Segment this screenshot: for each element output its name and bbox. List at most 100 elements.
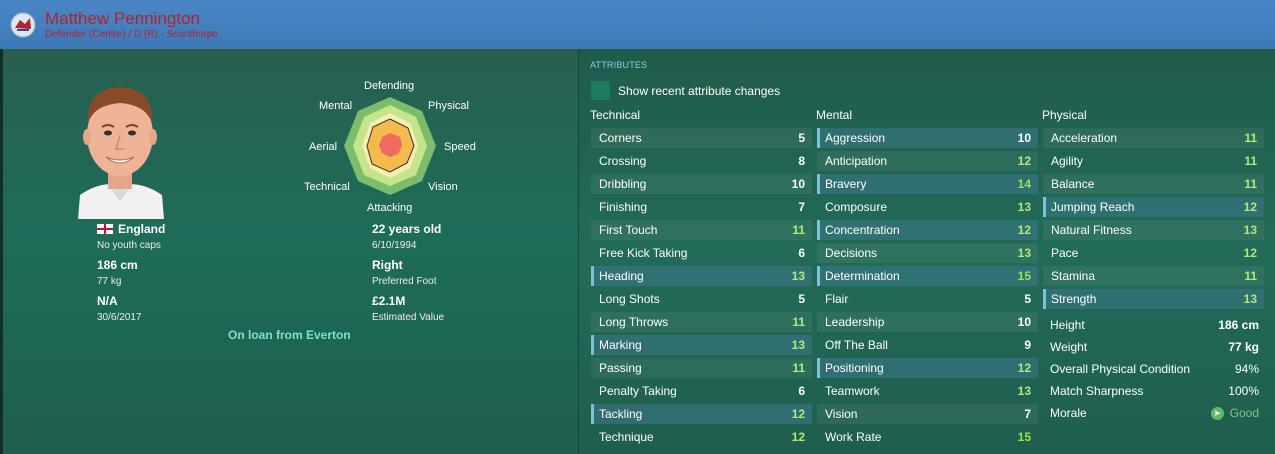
attr-row-work-rate[interactable]: Work Rate 15 [817,427,1038,447]
attr-row-bravery[interactable]: Bravery 14 [817,174,1038,194]
attr-row-natural-fitness[interactable]: Natural Fitness 13 [1043,220,1264,240]
show-changes-label[interactable]: Show recent attribute changes [618,84,780,98]
radar-label-mental: Mental [319,100,353,112]
attr-row-heading[interactable]: Heading 13 [591,266,812,286]
attr-row-long-shots[interactable]: Long Shots 5 [591,289,812,309]
attr-row-aggression[interactable]: Aggression 10 [817,128,1038,148]
attr-row-passing[interactable]: Passing 11 [591,358,812,378]
attr-row-penalty-taking[interactable]: Penalty Taking 6 [591,381,812,401]
stat-name: Match Sharpness [1050,384,1144,398]
radar-label-physical: Physical [428,100,469,112]
attr-row-dribbling[interactable]: Dribbling 10 [591,174,812,194]
attr-row-tackling[interactable]: Tackling 12 [591,404,812,424]
attr-row-balance[interactable]: Balance 11 [1043,174,1264,194]
attr-row-long-throws[interactable]: Long Throws 11 [591,312,812,332]
attr-value: 13 [1017,246,1031,260]
attr-value: 11 [1244,131,1257,145]
attr-value: 5 [798,131,805,145]
nationality[interactable]: England [118,222,165,236]
attr-name: Pace [1051,246,1079,260]
attr-value: 12 [1017,361,1031,375]
attr-row-finishing[interactable]: Finishing 7 [591,197,812,217]
attr-value: 11 [1244,269,1257,283]
stat-value: 94% [1234,362,1259,376]
weight-value: 77 kg [97,276,122,287]
mental-heading: Mental [816,108,853,122]
contract-value: N/A [97,294,118,308]
attr-row-crossing[interactable]: Crossing 8 [591,151,812,171]
attr-name: Flair [825,292,849,306]
attr-row-positioning[interactable]: Positioning 12 [817,358,1038,378]
attr-row-marking[interactable]: Marking 13 [591,335,812,355]
attr-row-first-touch[interactable]: First Touch 11 [591,220,812,240]
attr-row-teamwork[interactable]: Teamwork 13 [817,381,1038,401]
stat-row-weight: Weight 77 kg [1043,337,1265,357]
show-changes-checkbox[interactable] [591,81,610,100]
attr-value: 15 [1017,269,1031,283]
height-value: 186 cm [97,258,138,272]
header-bar: Matthew Pennington Defender (Centre) / D… [0,0,1275,49]
attr-value: 13 [1017,200,1031,214]
attr-value: 13 [791,269,805,283]
stat-name: Morale [1050,406,1087,420]
attr-value: 13 [1243,292,1257,306]
attr-row-composure[interactable]: Composure 13 [817,197,1038,217]
contract-date: 30/6/2017 [97,312,142,323]
loan-status-link[interactable]: On loan from Everton [228,328,351,342]
attr-name: Composure [825,200,888,214]
attr-value: 10 [1017,315,1031,329]
attr-row-jumping-reach[interactable]: Jumping Reach 12 [1043,197,1264,217]
attr-name: Heading [599,269,644,283]
attr-name: Tackling [599,407,643,421]
attr-value: 9 [1024,338,1031,352]
preferred-foot-value: Right [372,258,403,272]
attr-row-agility[interactable]: Agility 11 [1043,151,1264,171]
radar-label-attacking: Attacking [367,202,413,214]
attr-value: 12 [1243,200,1257,214]
attr-value: 7 [798,200,805,214]
estimated-value-label: Estimated Value [372,312,445,323]
preferred-foot-label: Preferred Foot [372,276,437,287]
attr-row-corners[interactable]: Corners 5 [591,128,812,148]
attr-row-free-kick-taking[interactable]: Free Kick Taking 6 [591,243,812,263]
attr-value: 12 [1017,154,1031,168]
radar-label-vision: Vision [428,181,458,193]
attr-row-leadership[interactable]: Leadership 10 [817,312,1038,332]
attr-row-vision[interactable]: Vision 7 [817,404,1038,424]
attr-row-acceleration[interactable]: Acceleration 11 [1043,128,1264,148]
stat-name: Weight [1050,340,1088,354]
attr-row-concentration[interactable]: Concentration 12 [817,220,1038,240]
attr-row-determination[interactable]: Determination 15 [817,266,1038,286]
morale-text: Good [1229,406,1259,420]
attr-name: Agility [1051,154,1084,168]
attr-row-flair[interactable]: Flair 5 [817,289,1038,309]
attr-name: Balance [1051,177,1095,191]
attributes-section-title: ATTRIBUTES [590,60,648,70]
attr-value: 11 [792,223,805,237]
stat-value: 186 cm [1218,318,1259,332]
attr-row-decisions[interactable]: Decisions 13 [817,243,1038,263]
stat-row-height: Height 186 cm [1043,315,1265,335]
attr-value: 5 [1024,292,1031,306]
attr-row-anticipation[interactable]: Anticipation 12 [817,151,1038,171]
attr-value: 6 [798,384,805,398]
attr-name: Corners [599,131,642,145]
player-name[interactable]: Matthew Pennington [45,9,200,29]
attr-row-strength[interactable]: Strength 13 [1043,289,1264,309]
attr-name: Strength [1051,292,1097,306]
attr-name: Technique [599,430,654,444]
england-flag-icon [97,224,113,234]
morale-value: ➤ Good [1210,406,1259,420]
stat-row-morale[interactable]: Morale ➤ Good [1043,403,1265,423]
attr-row-off-the-ball[interactable]: Off The Ball 9 [817,335,1038,355]
attribute-radar-chart [344,97,436,195]
attr-value: 12 [791,407,805,421]
attr-row-technique[interactable]: Technique 12 [591,427,812,447]
attr-row-stamina[interactable]: Stamina 11 [1043,266,1264,286]
player-position-club: Defender (Centre) / D (R) - Scunthorpe [45,29,218,40]
radar-label-speed: Speed [444,141,476,153]
attr-row-pace[interactable]: Pace 12 [1043,243,1264,263]
attr-value: 7 [1024,407,1031,421]
attr-value: 13 [1017,384,1031,398]
stat-value: 77 kg [1228,340,1259,354]
